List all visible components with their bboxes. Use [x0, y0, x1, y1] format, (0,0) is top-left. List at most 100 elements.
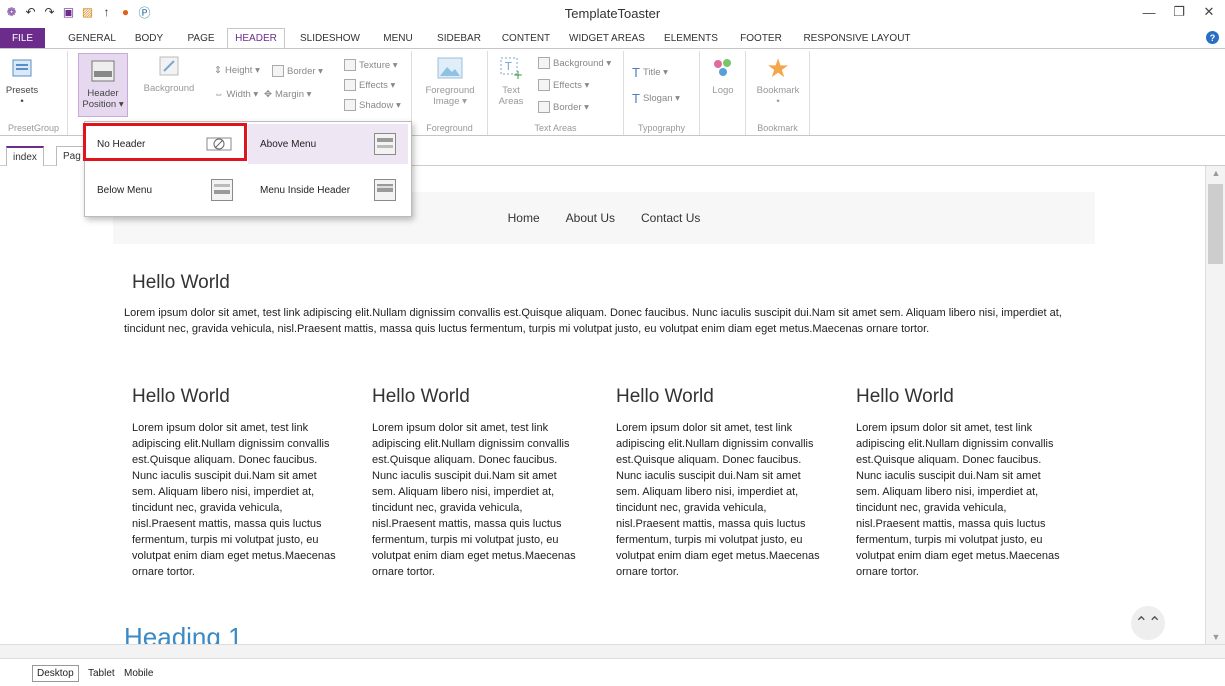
height-button[interactable]: ⇕ Height ▾ [214, 65, 260, 76]
header-position-icon [88, 56, 118, 86]
option-menu-inside-header-label: Menu Inside Header [260, 184, 351, 196]
vertical-scrollbar[interactable]: ▲ ▼ [1205, 166, 1225, 644]
tab-file[interactable]: FILE [0, 28, 45, 48]
tab-content[interactable]: CONTENT [495, 28, 557, 48]
texture-label: Texture ▾ [359, 59, 398, 71]
text-areas-group-label: Text Areas [534, 123, 577, 133]
typography-group: T Title ▾ T Slogan ▾ Typography [624, 51, 700, 135]
effects-label: Effects ▾ [359, 79, 396, 91]
restore-icon[interactable]: ❐ [1169, 2, 1189, 22]
logo-group: Logo [700, 51, 746, 135]
logo-button[interactable]: Logo [706, 53, 740, 96]
text-area-background-button[interactable]: Background ▾ [538, 57, 611, 69]
svg-text:+: + [513, 68, 523, 80]
foreground-group: Foreground Image ▾ Foreground [412, 51, 488, 135]
horizontal-scrollbar[interactable] [0, 644, 1225, 658]
menu-item-about-us[interactable]: About Us [566, 211, 615, 225]
option-below-menu[interactable]: Below Menu [85, 170, 245, 210]
presets-icon [7, 53, 37, 83]
tab-index[interactable]: index [6, 146, 44, 166]
text-areas-label-1: Text [502, 85, 520, 96]
preset-group-label: PresetGroup [7, 123, 60, 133]
column-1: Hello World Lorem ipsum dolor sit amet, … [132, 386, 342, 580]
tab-tablet[interactable]: Tablet [84, 665, 119, 682]
tab-mobile[interactable]: Mobile [120, 665, 157, 682]
header-position-button[interactable]: Header Position ▾ [78, 53, 128, 117]
paint-brush-icon [154, 51, 184, 81]
background-label: Background [143, 83, 195, 94]
foreground-label-2: Image ▾ [433, 96, 467, 107]
tab-general[interactable]: GENERAL [62, 28, 122, 48]
option-above-menu[interactable]: Above Menu [248, 124, 408, 164]
border-button[interactable]: Border ▾ [272, 65, 323, 77]
presets-label: Presets [5, 85, 39, 96]
bookmark-group: ★ Bookmark • Bookmark [746, 51, 810, 135]
main-heading: Hello World [132, 272, 230, 293]
texture-button[interactable]: Texture ▾ [344, 59, 398, 71]
background-button[interactable]: Background [138, 51, 200, 94]
shadow-button[interactable]: Shadow ▾ [344, 99, 401, 111]
text-area-border-label: Border ▾ [553, 101, 589, 113]
column-4-heading: Hello World [856, 386, 954, 407]
foreground-image-button[interactable]: Foreground Image ▾ [420, 53, 480, 107]
header-position-label-2: Position ▾ [82, 99, 124, 110]
shadow-label: Shadow ▾ [359, 99, 401, 111]
column-2: Hello World Lorem ipsum dolor sit amet, … [372, 386, 582, 580]
presets-button[interactable]: Presets • [6, 53, 38, 107]
tab-slideshow[interactable]: SLIDESHOW [293, 28, 367, 48]
option-menu-inside-header[interactable]: Menu Inside Header [248, 170, 408, 210]
close-icon[interactable]: ✕ [1199, 2, 1219, 22]
foreground-group-label: Foreground [426, 123, 473, 133]
above-menu-icon [374, 133, 396, 155]
effects-button[interactable]: Effects ▾ [344, 79, 395, 91]
column-2-text: Lorem ipsum dolor sit amet, test link ad… [372, 422, 576, 578]
menu-item-contact-us[interactable]: Contact Us [641, 211, 700, 225]
text-area-icon: T + [496, 53, 526, 83]
minimize-icon[interactable]: — [1139, 2, 1159, 22]
bookmark-group-label: Bookmark [757, 123, 798, 133]
main-paragraph: Lorem ipsum dolor sit amet, test link ad… [124, 307, 1062, 335]
scrollbar-thumb[interactable] [1208, 184, 1223, 264]
tab-page[interactable]: PAGE [180, 28, 222, 48]
heading-1: Heading 1 [124, 622, 243, 644]
column-3-text: Lorem ipsum dolor sit amet, test link ad… [616, 422, 820, 578]
tab-footer[interactable]: FOOTER [734, 28, 788, 48]
bookmark-button[interactable]: ★ Bookmark • [754, 53, 802, 108]
text-areas-button[interactable]: T + Text Areas [494, 53, 528, 107]
margin-button[interactable]: ✥ Margin ▾ [264, 89, 311, 100]
text-area-border-button[interactable]: Border ▾ [538, 101, 589, 113]
bookmark-label: Bookmark [756, 85, 800, 96]
column-3: Hello World Lorem ipsum dolor sit amet, … [616, 386, 826, 580]
text-areas-label-2: Areas [498, 96, 524, 107]
tab-widget-areas[interactable]: WIDGET AREAS [565, 28, 649, 48]
text-area-effects-icon [538, 79, 550, 91]
scroll-to-top-icon[interactable]: ⌃⌃ [1131, 606, 1165, 640]
tab-sidebar[interactable]: SIDEBAR [429, 28, 489, 48]
text-area-effects-button[interactable]: Effects ▾ [538, 79, 589, 91]
tab-header[interactable]: HEADER [227, 28, 285, 48]
shadow-icon [344, 99, 356, 111]
title-button[interactable]: T Title ▾ [632, 65, 668, 80]
option-above-menu-label: Above Menu [260, 138, 317, 150]
column-4-text: Lorem ipsum dolor sit amet, test link ad… [856, 422, 1060, 578]
margin-icon: ✥ [264, 89, 272, 100]
tab-desktop[interactable]: Desktop [32, 665, 79, 682]
design-canvas: Home About Us Contact Us Hello World Lor… [0, 166, 1205, 644]
help-icon[interactable]: ? [1206, 31, 1219, 44]
tab-elements[interactable]: ELEMENTS [655, 28, 727, 48]
menu-item-home[interactable]: Home [508, 211, 540, 225]
width-button[interactable]: ⇔ Width ▾ [214, 89, 258, 100]
tab-responsive-layout[interactable]: RESPONSIVE LAYOUT [798, 28, 916, 48]
text-area-background-label: Background ▾ [553, 57, 612, 69]
slogan-label: Slogan ▾ [642, 93, 680, 104]
scroll-up-icon[interactable]: ▲ [1206, 168, 1225, 178]
title-label: Title ▾ [642, 67, 668, 78]
title-bar: ❁ ↶ ↷ ▣ ▨ ↑ ● Ⓟ TemplateToaster — ❐ ✕ [0, 0, 1225, 26]
tab-body[interactable]: BODY [128, 28, 170, 48]
slogan-button[interactable]: T Slogan ▾ [632, 91, 680, 106]
tab-menu[interactable]: MENU [375, 28, 421, 48]
scroll-down-icon[interactable]: ▼ [1206, 632, 1225, 642]
view-mode-bar: Desktop Tablet Mobile [0, 658, 1225, 686]
text-areas-group: T + Text Areas Background ▾ Effects ▾ Bor… [488, 51, 624, 135]
image-icon [435, 53, 465, 83]
